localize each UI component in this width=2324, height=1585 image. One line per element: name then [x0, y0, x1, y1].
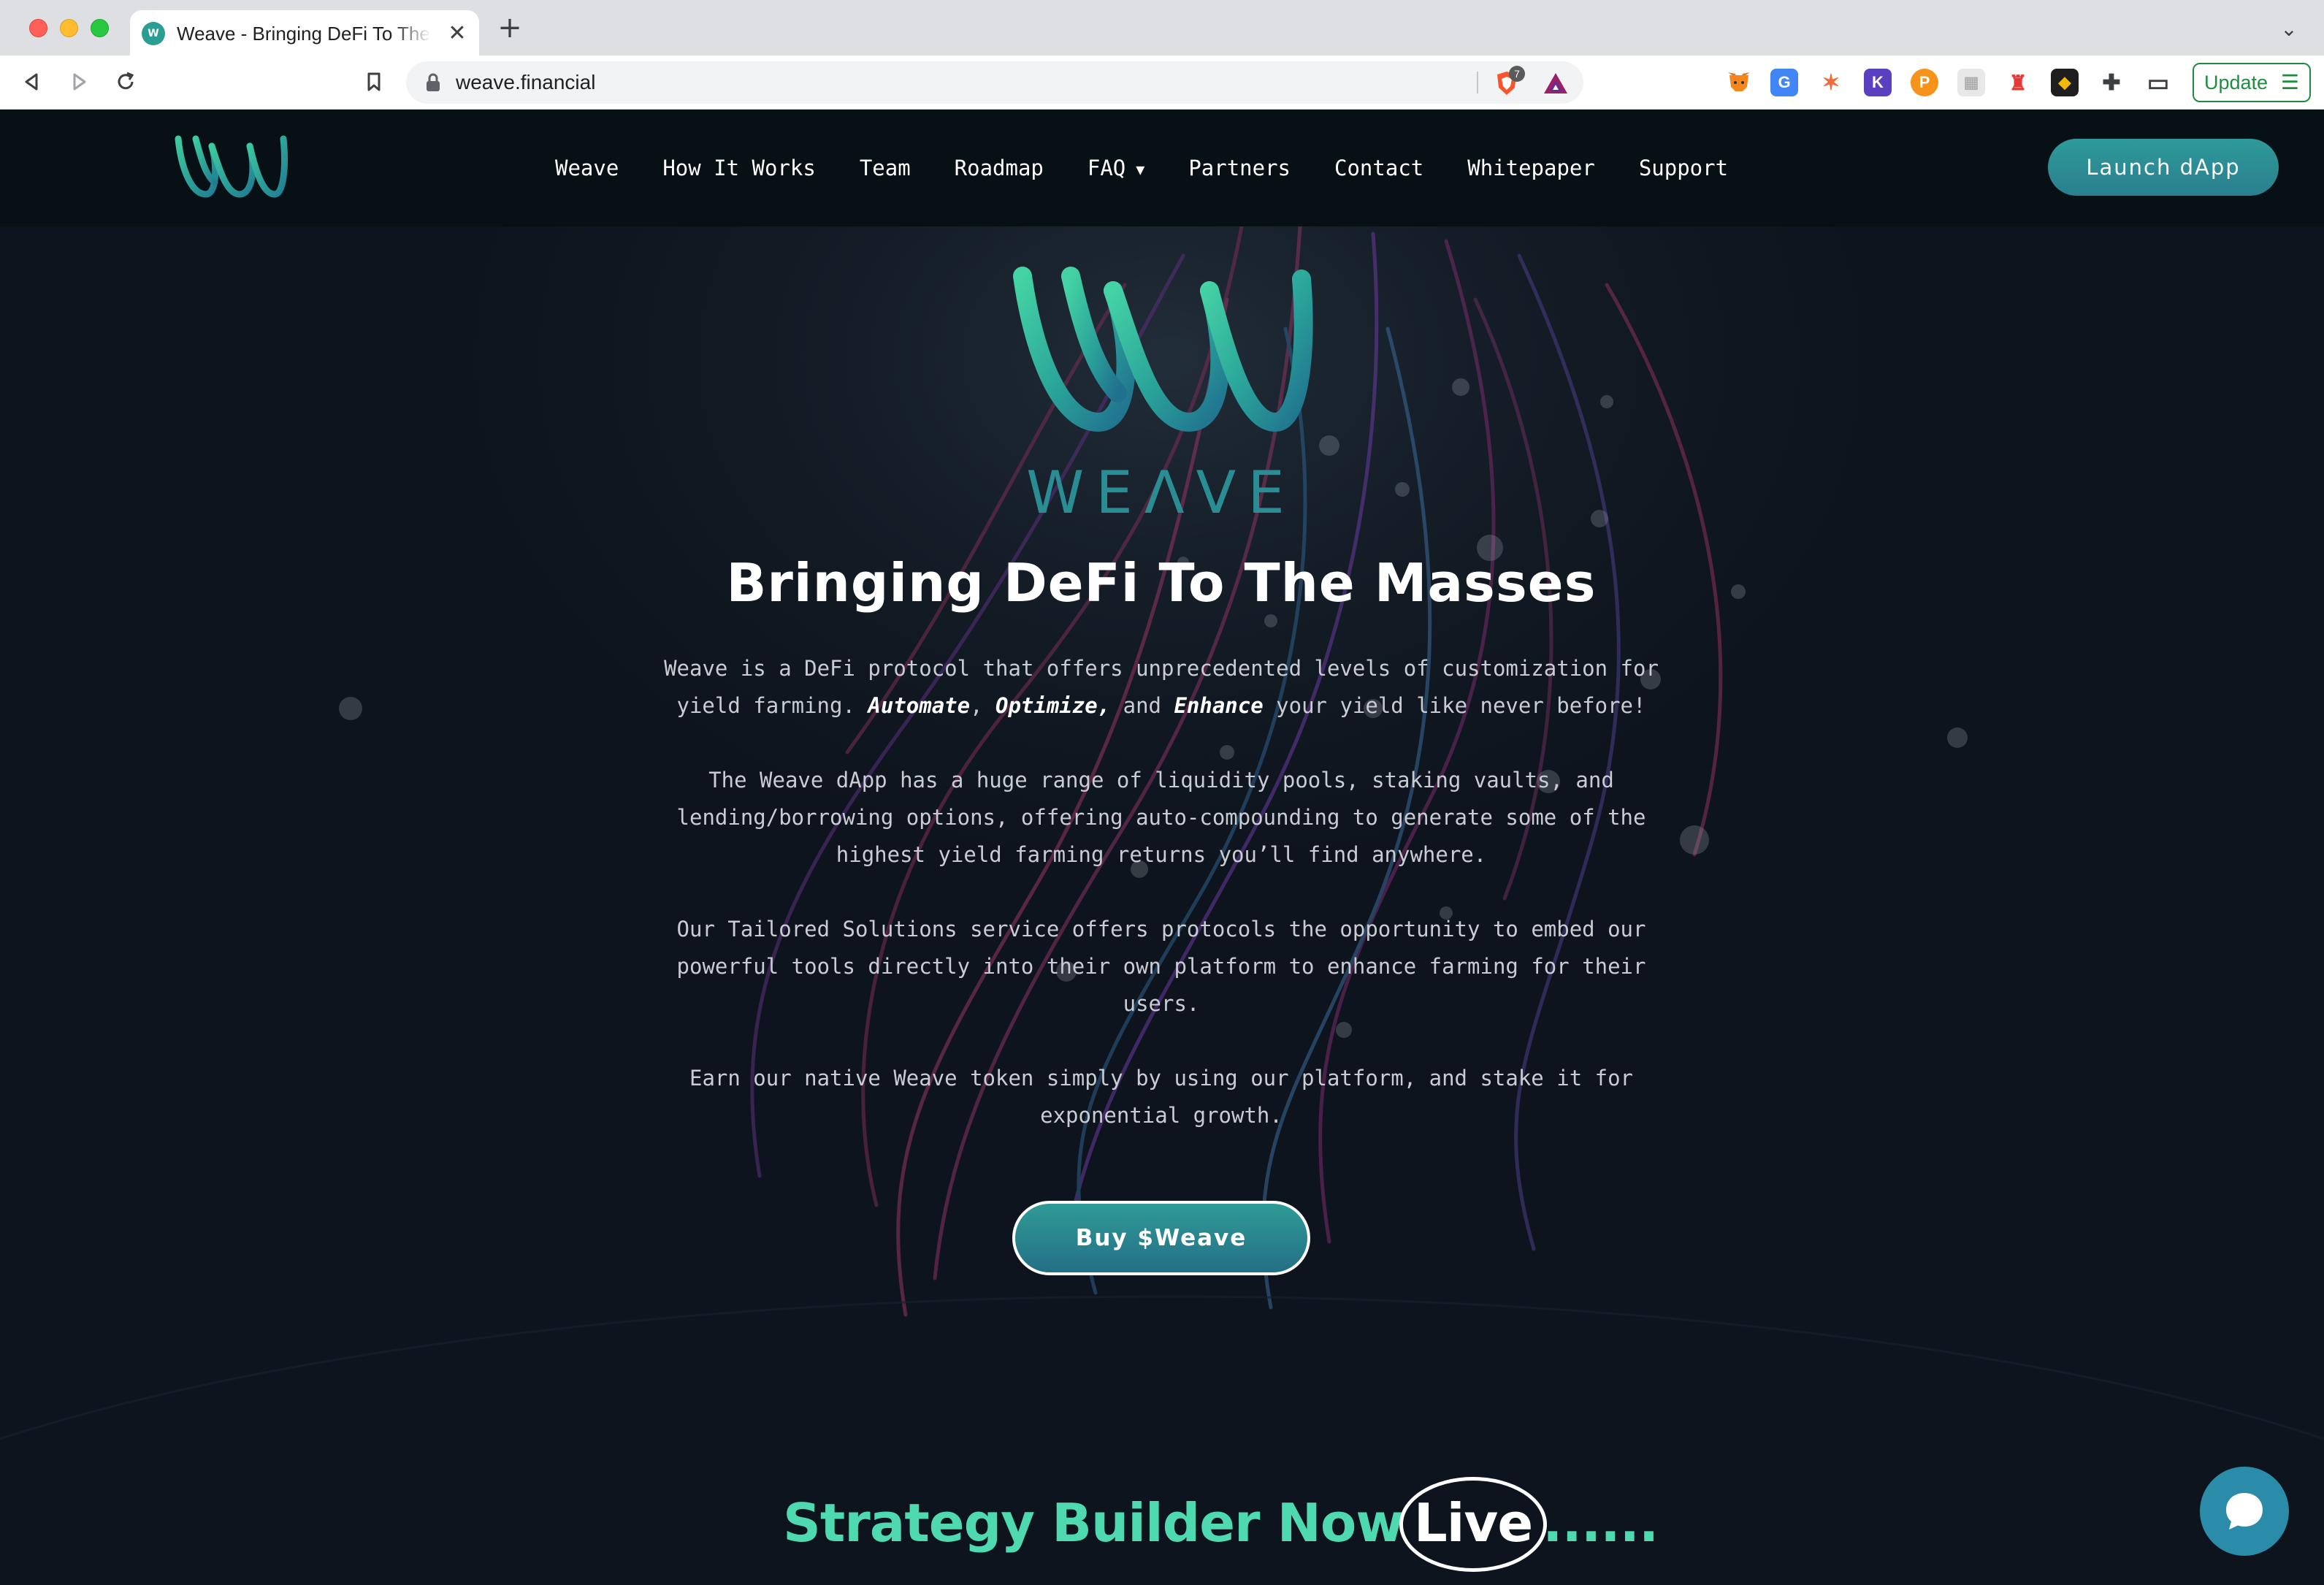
close-tab-icon[interactable]: ✕: [444, 20, 470, 47]
weave-logo-icon[interactable]: [174, 131, 291, 205]
address-bar[interactable]: weave.financial 7: [406, 61, 1583, 104]
brave-rewards-icon[interactable]: [1543, 72, 1569, 95]
strategy-ellipsis: ......: [1543, 1492, 1659, 1554]
lighthouse-icon[interactable]: ♜: [2004, 69, 2032, 96]
chat-widget-button[interactable]: [2200, 1467, 2289, 1556]
p-extension-icon[interactable]: P: [1911, 69, 1938, 96]
nav-link-whitepaper[interactable]: Whitepaper: [1467, 150, 1595, 186]
enhance-emphasis: Enhance: [1174, 693, 1264, 718]
weave-favicon-icon: W: [142, 22, 165, 45]
reload-icon[interactable]: [111, 67, 140, 96]
p1-comma: ,: [970, 693, 996, 718]
hero-title: Bringing DeFi To The Masses: [726, 552, 1597, 614]
launch-dapp-button[interactable]: Launch dApp: [2048, 139, 2279, 196]
update-label: Update: [2204, 72, 2268, 93]
live-highlight: Live: [1399, 1477, 1548, 1572]
nav-link-support[interactable]: Support: [1639, 150, 1728, 186]
optimize-emphasis: Optimize,: [995, 693, 1111, 718]
wallet-icon[interactable]: ▭: [2144, 69, 2172, 96]
grid-extension-icon[interactable]: ▦: [1957, 69, 1985, 96]
nav-faq-label: FAQ: [1087, 156, 1126, 180]
hero-paragraph-3: Our Tailored Solutions service offers pr…: [676, 917, 1646, 1016]
binance-icon[interactable]: ◆: [2051, 69, 2079, 96]
nav-link-contact[interactable]: Contact: [1334, 150, 1423, 186]
address-bar-divider: [1477, 72, 1478, 93]
hero-description: Weave is a DeFi protocol that offers unp…: [657, 650, 1665, 1172]
caret-down-icon: ▼: [1136, 161, 1145, 178]
nav-link-roadmap[interactable]: Roadmap: [955, 150, 1044, 186]
browser-update-button[interactable]: Update ☰: [2193, 63, 2311, 102]
url-text: weave.financial: [456, 71, 596, 93]
metamask-icon[interactable]: [1725, 69, 1753, 96]
webpage: Weave How It Works Team Roadmap FAQ ▼ Par…: [0, 110, 2324, 1585]
close-window-button[interactable]: [29, 19, 47, 37]
tab-search-chevron-icon[interactable]: ⌄: [2279, 19, 2299, 39]
automate-emphasis: Automate: [868, 693, 971, 718]
puzzle-icon[interactable]: ✚: [2098, 69, 2125, 96]
stars-icon[interactable]: ✶: [1817, 69, 1845, 96]
browser-tab[interactable]: W Weave - Bringing DeFi To The Masses ✕: [130, 10, 479, 56]
nav-link-weave[interactable]: Weave: [555, 150, 619, 186]
maximize-window-button[interactable]: [91, 19, 109, 37]
buy-weave-button[interactable]: Buy $Weave: [1012, 1201, 1310, 1275]
lock-icon: [427, 73, 440, 91]
browser-toolbar: weave.financial 7 G ✶ K P ▦ ♜ ◆ ✚ ▭ Upda…: [0, 56, 2324, 110]
hero-paragraph-2: The Weave dApp has a huge range of liqui…: [676, 768, 1646, 867]
brave-shield-count-badge: 7: [1509, 66, 1525, 82]
back-arrow-icon[interactable]: [18, 67, 47, 96]
menu-icon: ☰: [2280, 71, 2299, 93]
browser-tab-bar: W Weave - Bringing DeFi To The Masses ✕ …: [0, 0, 2324, 56]
weave-wordmark: WEΛVE: [1026, 459, 1296, 527]
minimize-window-button[interactable]: [60, 19, 78, 37]
k-extension-icon[interactable]: K: [1864, 69, 1892, 96]
weave-hero-logo-icon: [1013, 267, 1313, 432]
hero-paragraph-4: Earn our native Weave token simply by us…: [689, 1066, 1633, 1128]
bookmark-icon[interactable]: [359, 67, 389, 96]
hero-paragraph-1: Weave is a DeFi protocol that offers unp…: [657, 650, 1665, 725]
live-circle-outline: [1399, 1477, 1548, 1572]
nav-link-faq[interactable]: FAQ ▼: [1088, 150, 1144, 186]
main-nav: Weave How It Works Team Roadmap FAQ ▼ Par…: [555, 150, 1772, 186]
strategy-builder-heading: Strategy Builder Now Live......: [783, 1477, 1659, 1572]
p1-tail: your yield like never before!: [1263, 693, 1646, 718]
tab-title: Weave - Bringing DeFi To The Masses: [177, 23, 431, 45]
strategy-heading-text: Strategy Builder Now: [783, 1492, 1404, 1554]
site-navbar: Weave How It Works Team Roadmap FAQ ▼ Par…: [0, 110, 2324, 226]
forward-arrow-icon[interactable]: [64, 67, 93, 96]
nav-link-how-it-works[interactable]: How It Works: [662, 150, 816, 186]
nav-link-partners[interactable]: Partners: [1188, 150, 1291, 186]
p1-and: and: [1110, 693, 1174, 718]
new-tab-button[interactable]: +: [497, 13, 523, 42]
translate-icon[interactable]: G: [1770, 69, 1798, 96]
nav-link-team[interactable]: Team: [860, 150, 911, 186]
chat-bubble-icon: [2226, 1493, 2263, 1529]
